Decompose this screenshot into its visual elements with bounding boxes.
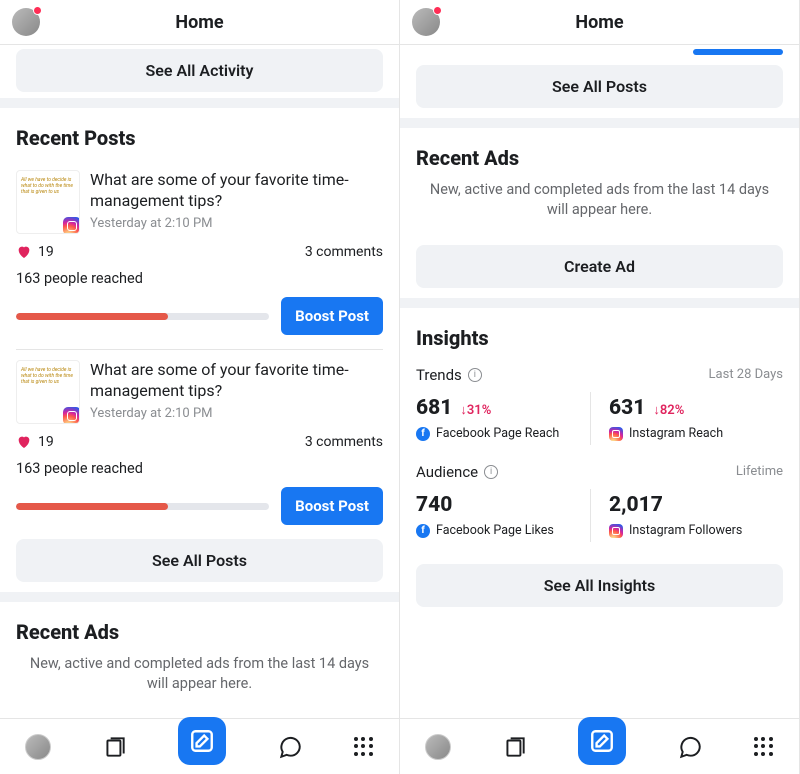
scroll-area-left[interactable]: See All Activity Recent Posts All we hav…	[0, 45, 399, 718]
page-title: Home	[40, 12, 359, 33]
info-icon[interactable]: i	[468, 368, 482, 382]
see-all-posts-button[interactable]: See All Posts	[16, 539, 383, 582]
stat-cell[interactable]: 681 ↓31% f Facebook Page Reach	[416, 392, 590, 445]
post-timestamp: Yesterday at 2:10 PM	[90, 216, 383, 231]
facebook-icon: f	[416, 524, 430, 538]
stat-delta: ↓82%	[653, 402, 684, 418]
boost-post-button[interactable]: Boost Post	[281, 297, 383, 335]
audience-row: 740 f Facebook Page Likes 2,017 Instagra…	[400, 483, 799, 554]
like-count: 19	[16, 434, 54, 450]
tab-bar	[400, 718, 799, 774]
heart-icon	[16, 244, 32, 260]
profile-tab-icon[interactable]	[25, 734, 51, 760]
trends-row: 681 ↓31% f Facebook Page Reach 631 ↓82% …	[400, 386, 799, 457]
more-tab-icon[interactable]	[754, 737, 774, 757]
pages-tab-icon[interactable]	[502, 734, 528, 760]
audience-label: Audience i	[416, 463, 498, 481]
post-thumbnail: All we have to decide is what to do with…	[16, 360, 80, 424]
trends-label: Trends i	[416, 366, 482, 384]
comment-count: 3 comments	[305, 244, 383, 260]
stat-delta: ↓31%	[460, 402, 491, 418]
trends-period: Last 28 Days	[709, 367, 783, 382]
info-icon[interactable]: i	[484, 465, 498, 479]
pages-tab-icon[interactable]	[102, 734, 128, 760]
recent-ads-heading: Recent Ads	[0, 602, 399, 654]
page-title: Home	[440, 12, 759, 33]
stat-label: Instagram Reach	[629, 426, 723, 441]
stat-value: 2,017	[609, 493, 663, 517]
stat-value: 740	[416, 493, 452, 517]
reach-progress	[16, 313, 269, 320]
stat-label: Facebook Page Likes	[436, 523, 554, 538]
stat-value: 681	[416, 396, 452, 420]
notification-dot	[33, 6, 42, 15]
post-timestamp: Yesterday at 2:10 PM	[90, 406, 383, 421]
audience-period: Lifetime	[736, 464, 783, 479]
see-all-insights-button[interactable]: See All Insights	[416, 564, 783, 607]
tab-bar	[0, 718, 399, 774]
avatar[interactable]	[412, 8, 440, 36]
recent-posts-heading: Recent Posts	[0, 108, 399, 160]
boost-post-button[interactable]: Boost Post	[281, 487, 383, 525]
stat-label: Facebook Page Reach	[436, 426, 559, 441]
insights-heading: Insights	[400, 308, 799, 360]
stat-cell[interactable]: 740 f Facebook Page Likes	[416, 489, 590, 542]
left-pane: Home See All Activity Recent Posts All w…	[0, 0, 400, 774]
instagram-icon	[609, 427, 623, 441]
stat-label: Instagram Followers	[629, 523, 742, 538]
more-tab-icon[interactable]	[354, 737, 374, 757]
see-all-activity-button[interactable]: See All Activity	[16, 49, 383, 92]
like-count: 19	[16, 244, 54, 260]
post-title: What are some of your favorite time-mana…	[90, 170, 383, 212]
stat-cell[interactable]: 631 ↓82% Instagram Reach	[590, 392, 783, 445]
see-all-posts-button[interactable]: See All Posts	[416, 65, 783, 108]
post-title: What are some of your favorite time-mana…	[90, 360, 383, 402]
instagram-badge-icon	[63, 217, 80, 234]
scroll-area-right[interactable]: See All Posts Recent Ads New, active and…	[400, 45, 799, 718]
notification-dot	[433, 6, 442, 15]
profile-tab-icon[interactable]	[425, 734, 451, 760]
recent-ads-subtitle: New, active and completed ads from the l…	[400, 180, 799, 235]
post-thumbnail: All we have to decide is what to do with…	[16, 170, 80, 234]
reach-progress	[16, 503, 269, 510]
facebook-icon: f	[416, 427, 430, 441]
compose-button[interactable]	[578, 717, 626, 765]
heart-icon	[16, 434, 32, 450]
stat-cell[interactable]: 2,017 Instagram Followers	[590, 489, 783, 542]
right-pane: Home See All Posts Recent Ads New, activ…	[400, 0, 800, 774]
comment-count: 3 comments	[305, 434, 383, 450]
compose-button[interactable]	[178, 717, 226, 765]
post-item[interactable]: All we have to decide is what to do with…	[0, 160, 399, 335]
stat-value: 631	[609, 396, 645, 420]
partial-button-stub	[693, 49, 783, 55]
header: Home	[400, 0, 799, 44]
header: Home	[0, 0, 399, 44]
posts-list: All we have to decide is what to do with…	[0, 160, 399, 525]
reach-label: 163 people reached	[16, 270, 383, 287]
avatar[interactable]	[12, 8, 40, 36]
messages-tab-icon[interactable]	[677, 734, 703, 760]
instagram-badge-icon	[63, 407, 80, 424]
post-item[interactable]: All we have to decide is what to do with…	[0, 350, 399, 525]
instagram-icon	[609, 524, 623, 538]
reach-label: 163 people reached	[16, 460, 383, 477]
create-ad-button[interactable]: Create Ad	[416, 245, 783, 288]
messages-tab-icon[interactable]	[277, 734, 303, 760]
recent-ads-subtitle: New, active and completed ads from the l…	[0, 654, 399, 709]
recent-ads-heading: Recent Ads	[400, 128, 799, 180]
